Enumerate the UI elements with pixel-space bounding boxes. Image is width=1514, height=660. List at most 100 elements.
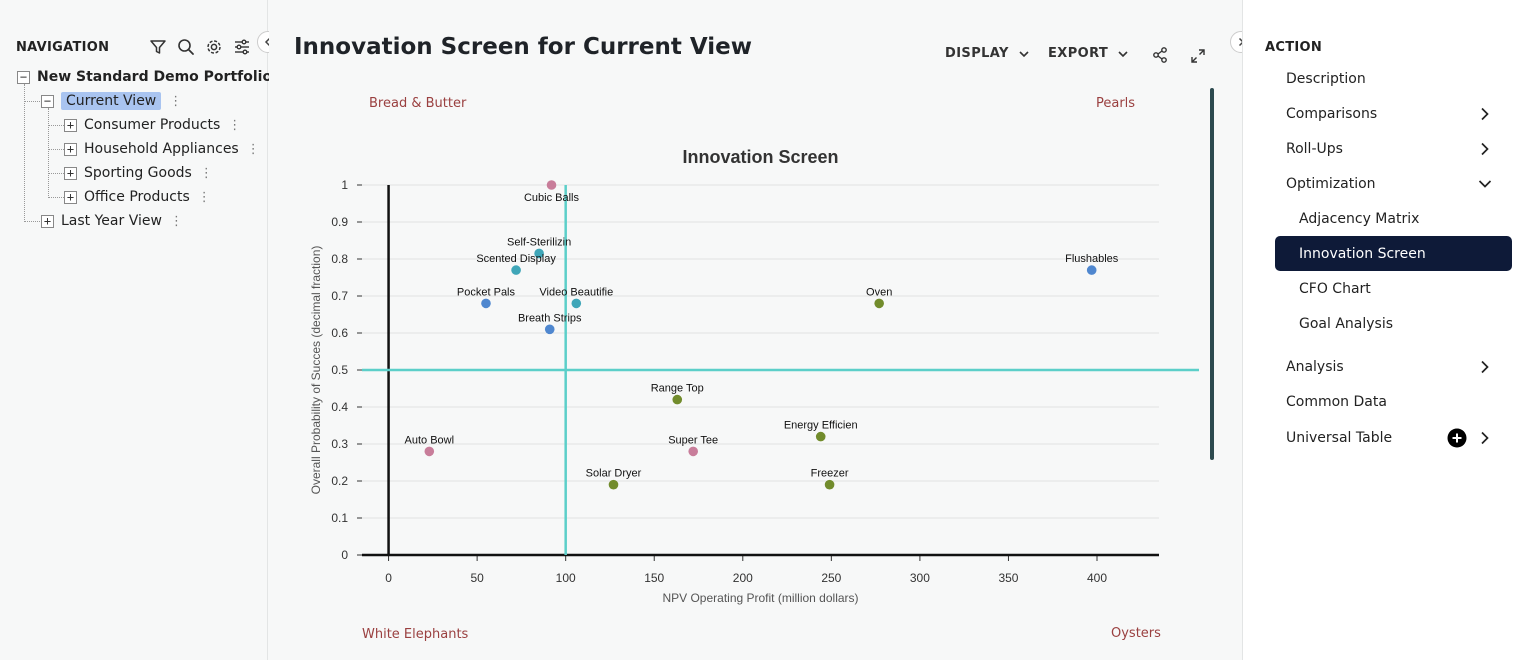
- share-icon: [1153, 47, 1167, 63]
- more-options-icon[interactable]: ⋮: [169, 94, 182, 109]
- action-goal-analysis[interactable]: Goal Analysis: [1299, 316, 1393, 332]
- add-circle-icon[interactable]: [1447, 428, 1467, 448]
- x-tick-label: 250: [821, 571, 841, 585]
- tree-item-sporting-goods[interactable]: + Sporting Goods ⋮: [64, 162, 213, 184]
- data-point-label: Breath Strips: [518, 312, 582, 324]
- share-button[interactable]: [1151, 46, 1169, 64]
- quadrant-label-bottom-right: Oysters: [1111, 626, 1161, 641]
- data-point: [688, 446, 698, 457]
- tree-item-label: Office Products: [84, 189, 190, 205]
- data-point-label: Flushables: [1065, 253, 1119, 265]
- expand-icon[interactable]: +: [64, 142, 77, 156]
- navigation-header: NAVIGATION: [16, 40, 110, 55]
- action-universal-table[interactable]: Universal Table: [1286, 430, 1392, 446]
- y-tick-label: 0.1: [331, 511, 348, 525]
- action-description[interactable]: Description: [1286, 71, 1366, 87]
- expand-icon[interactable]: +: [64, 190, 77, 204]
- data-point: [815, 431, 826, 442]
- more-options-icon[interactable]: ⋮: [200, 166, 213, 181]
- more-options-icon[interactable]: ⋮: [198, 190, 211, 205]
- action-optimization[interactable]: Optimization: [1286, 176, 1376, 192]
- data-point-label: Range Top: [651, 383, 704, 395]
- data-point-label: Cubic Balls: [524, 192, 580, 204]
- action-header: ACTION: [1265, 40, 1323, 55]
- gear-icon[interactable]: [204, 37, 224, 57]
- collapse-icon[interactable]: −: [41, 94, 54, 108]
- x-tick-label: 50: [470, 571, 484, 585]
- quadrant-label-bottom-left: White Elephants: [362, 627, 469, 642]
- action-innovation-screen[interactable]: Innovation Screen: [1299, 246, 1426, 262]
- data-point-label: Energy Efficien: [784, 420, 858, 432]
- expand-fullscreen-button[interactable]: [1189, 47, 1207, 65]
- chevron-right-icon[interactable]: [1478, 431, 1492, 445]
- tree-item-root[interactable]: − New Standard Demo Portfolio: [17, 66, 272, 88]
- y-tick-label: 0.6: [331, 326, 348, 340]
- action-analysis[interactable]: Analysis: [1286, 359, 1344, 375]
- data-point-label: Oven: [866, 286, 892, 298]
- filter-icon[interactable]: [148, 37, 168, 57]
- page-title: Innovation Screen for Current View: [294, 34, 753, 60]
- collapse-icon[interactable]: −: [17, 70, 30, 84]
- app-window: NAVIGATION − New Standard Demo Portfolio…: [0, 0, 1514, 660]
- tree-item-label: Last Year View: [61, 213, 162, 229]
- action-comparisons[interactable]: Comparisons: [1286, 106, 1377, 122]
- action-adjacency-matrix[interactable]: Adjacency Matrix: [1299, 211, 1419, 227]
- y-tick-label: 0.5: [331, 363, 348, 377]
- data-point: [874, 298, 884, 309]
- data-point-label: Freezer: [811, 468, 849, 480]
- scrollbar[interactable]: [1210, 88, 1214, 460]
- data-point-label: Solar Dryer: [586, 468, 642, 480]
- tree-item-consumer-products[interactable]: + Consumer Products ⋮: [64, 114, 241, 136]
- data-point-label: Auto Bowl: [405, 434, 455, 446]
- chevron-right-icon[interactable]: [1478, 107, 1492, 121]
- action-panel: ACTION Description Comparisons Roll-Ups …: [1242, 0, 1514, 660]
- display-menu-button[interactable]: DISPLAY: [945, 46, 1030, 61]
- chevron-down-icon[interactable]: [1478, 177, 1492, 191]
- expand-icon[interactable]: +: [41, 214, 54, 228]
- action-cfo-chart[interactable]: CFO Chart: [1299, 281, 1371, 297]
- x-tick-label: 0: [385, 571, 392, 585]
- display-label: DISPLAY: [945, 46, 1009, 61]
- tree-item-current-view[interactable]: − Current View ⋮: [41, 90, 182, 112]
- more-options-icon[interactable]: ⋮: [228, 118, 241, 133]
- tree-item-office-products[interactable]: + Office Products ⋮: [64, 186, 211, 208]
- y-tick-label: 1: [341, 178, 348, 192]
- chevron-right-icon[interactable]: [1478, 142, 1492, 156]
- x-tick-label: 400: [1087, 571, 1107, 585]
- y-tick-label: 0.7: [331, 289, 348, 303]
- data-point: [608, 479, 619, 490]
- y-tick-label: 0.9: [331, 215, 348, 229]
- innovation-screen-chart: Innovation Screen 0 0.1 0.2 0.3 0.4 0.5 0.6 0.7 0…: [309, 147, 1199, 605]
- search-icon[interactable]: [176, 37, 196, 57]
- tree-item-last-year-view[interactable]: + Last Year View ⋮: [41, 210, 183, 232]
- data-point-label: Video Beautifie: [539, 286, 613, 298]
- tree-item-label: Household Appliances: [84, 141, 239, 157]
- tree-item-label: Sporting Goods: [84, 165, 192, 181]
- action-roll-ups[interactable]: Roll-Ups: [1286, 141, 1343, 157]
- expand-icon: [1191, 49, 1205, 63]
- chart-title: Innovation Screen: [682, 147, 838, 167]
- y-tick-label: 0: [341, 548, 348, 562]
- navigation-panel: NAVIGATION − New Standard Demo Portfolio…: [0, 0, 272, 660]
- chevron-down-icon: [1019, 50, 1029, 57]
- data-point: [481, 298, 491, 309]
- more-options-icon[interactable]: ⋮: [170, 214, 183, 229]
- sliders-icon[interactable]: [232, 37, 252, 57]
- data-point: [424, 446, 435, 457]
- expand-icon[interactable]: +: [64, 118, 77, 132]
- y-tick-label: 0.2: [331, 474, 348, 488]
- y-tick-label: 0.3: [331, 437, 348, 451]
- data-point-label: Scented Display: [476, 253, 556, 265]
- chevron-right-icon[interactable]: [1478, 360, 1492, 374]
- action-common-data[interactable]: Common Data: [1286, 394, 1387, 410]
- x-tick-label: 350: [998, 571, 1018, 585]
- tree-item-household-appliances[interactable]: + Household Appliances ⋮: [64, 138, 260, 160]
- tree-item-label: New Standard Demo Portfolio: [37, 69, 273, 85]
- data-point: [824, 479, 835, 490]
- tree-item-label: Consumer Products: [84, 117, 221, 133]
- x-axis-label: NPV Operating Profit (million dollars): [662, 591, 858, 605]
- data-point-label: Super Tee: [668, 434, 718, 446]
- export-menu-button[interactable]: EXPORT: [1048, 46, 1129, 61]
- expand-icon[interactable]: +: [64, 166, 77, 180]
- more-options-icon[interactable]: ⋮: [247, 142, 260, 157]
